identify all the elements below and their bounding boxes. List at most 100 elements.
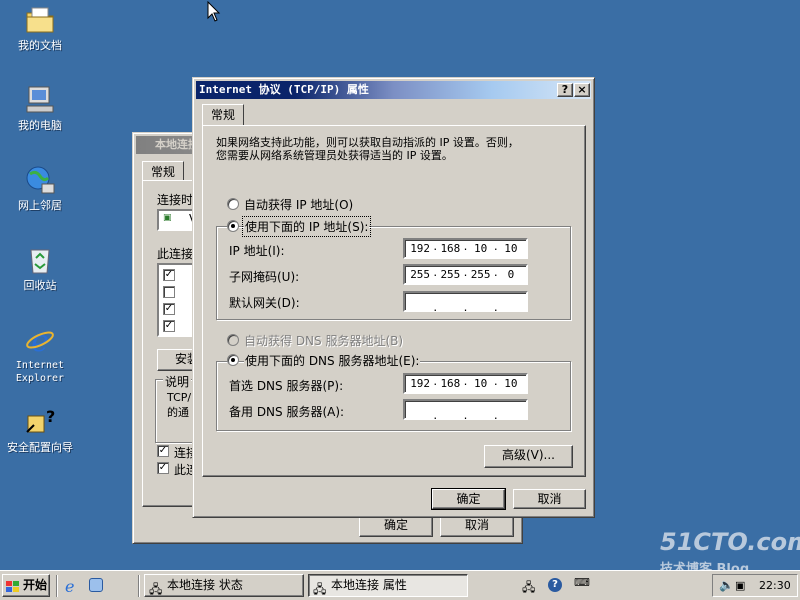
desktop-icon-my-computer[interactable]: 我的电脑 xyxy=(0,84,80,132)
manual-dns-radio[interactable] xyxy=(227,354,239,366)
ok-button-label: 确定 xyxy=(383,518,408,532)
desktop-icon-ie[interactable]: e Internet Explorer xyxy=(0,324,80,385)
desktop-icon-label: 安全配置向导 xyxy=(7,441,73,454)
task-label: 本地连接 属性 xyxy=(331,578,407,592)
computer-icon xyxy=(24,84,56,116)
task-label: 本地连接 状态 xyxy=(167,578,243,592)
tab-general[interactable]: 常规 xyxy=(202,104,245,126)
intro-text: 您需要从网络系统管理员处获得适当的 IP 设置。 xyxy=(216,149,453,162)
clock[interactable]: 22:30 xyxy=(759,575,791,596)
subnet-mask-field[interactable]: 255. 255. 255. 0 xyxy=(403,264,528,285)
ip-dot-separator: . xyxy=(492,302,499,314)
start-button[interactable]: 开始 xyxy=(2,574,50,597)
manual-ip-radio[interactable] xyxy=(227,220,239,232)
speaker-icon[interactable]: 🔈 xyxy=(719,575,734,596)
desktop-icon-network[interactable]: 网上邻居 xyxy=(0,164,80,212)
help-icon: ? xyxy=(561,83,569,96)
ip-address-label: IP 地址(I): xyxy=(229,244,285,258)
auto-dns-label: 自动获得 DNS 服务器地址(B) xyxy=(244,334,404,348)
desktop-icon-label: 我的文档 xyxy=(18,39,62,52)
network-globe-icon xyxy=(24,164,56,196)
desktop-icon-label: 我的电脑 xyxy=(18,119,62,132)
desktop-icon-label: Internet Explorer xyxy=(15,360,65,384)
network-connection-icon: 🖧 xyxy=(313,582,327,596)
connect-using-label: 连接时 xyxy=(157,193,194,207)
manual-dns-label: 使用下面的 DNS 服务器地址(E): xyxy=(244,352,421,369)
manual-ip-label: 使用下面的 IP 地址(S): xyxy=(241,216,372,237)
cancel-button-label: 取消 xyxy=(537,492,562,506)
close-button[interactable]: × xyxy=(574,83,590,97)
tab-label: 常规 xyxy=(211,108,236,122)
alternate-dns-label: 备用 DNS 服务器(A): xyxy=(229,405,345,419)
ip-octet: 255. xyxy=(470,267,499,281)
ip-octet: 255. xyxy=(440,267,469,281)
cancel-button-label: 取消 xyxy=(464,518,489,532)
ip-octet: 10. xyxy=(474,241,499,255)
ie-quicklaunch-icon[interactable]: e xyxy=(65,577,74,596)
auto-ip-radio[interactable] xyxy=(227,198,239,210)
task-button-properties[interactable]: 🖧 本地连接 属性 xyxy=(308,574,468,597)
tab-general[interactable]: 常规 xyxy=(142,161,185,181)
advanced-button-label: 高级(V)... xyxy=(501,448,556,462)
ip-octet: 10 xyxy=(504,241,518,255)
cancel-button[interactable]: 取消 xyxy=(513,489,586,509)
tab-label: 常规 xyxy=(151,165,176,179)
mouse-cursor-icon xyxy=(207,1,221,22)
task-button-status[interactable]: 🖧 本地连接 状态 xyxy=(144,574,304,597)
ip-dot-separator: . xyxy=(432,410,439,422)
subnet-mask-label: 子网掩码(U): xyxy=(229,270,300,284)
component-checkbox[interactable] xyxy=(163,286,175,298)
auto-ip-label: 自动获得 IP 地址(O) xyxy=(244,198,354,212)
ip-octet: 168. xyxy=(440,241,469,255)
dialog-titlebar[interactable]: Internet 协议 (TCP/IP) 属性 xyxy=(196,81,591,99)
ip-octet: 192. xyxy=(410,376,439,390)
close-icon: × xyxy=(577,83,587,96)
alternate-dns-field[interactable]: . . . xyxy=(403,399,528,422)
notify-checkbox[interactable]: ✓ xyxy=(157,462,169,474)
ip-address-field[interactable]: 192. 168. 10. 10 xyxy=(403,238,528,259)
adapter-icon: ▣ xyxy=(163,213,172,223)
preferred-dns-label: 首选 DNS 服务器(P): xyxy=(229,379,344,393)
description-label: 说明 xyxy=(163,373,192,390)
ok-button-label: 确定 xyxy=(456,492,481,506)
ok-button[interactable]: 确定 xyxy=(359,515,433,537)
network-tray-icon[interactable]: 🖧 xyxy=(522,578,535,599)
desktop-icon-security-wizard[interactable]: ? 安全配置向导 xyxy=(0,406,80,454)
desktop-icon-recycle-bin[interactable]: 回收站 xyxy=(0,244,80,292)
component-checkbox[interactable]: ✓ xyxy=(163,320,175,332)
desktop-icon-my-documents[interactable]: 我的文档 xyxy=(0,4,80,52)
show-icon-checkbox[interactable]: ✓ xyxy=(157,445,169,457)
description-text: 的通 xyxy=(167,406,189,419)
desktop-icon-label: 网上邻居 xyxy=(18,199,62,212)
auto-dns-radio[interactable] xyxy=(227,334,239,346)
gateway-field[interactable]: . . . xyxy=(403,291,528,314)
keyboard-tray-icon[interactable]: ⌨ xyxy=(574,576,590,589)
tcpip-properties-dialog[interactable]: Internet 协议 (TCP/IP) 属性 ? × 常规 如果网络支持此功能… xyxy=(192,77,595,518)
gateway-label: 默认网关(D): xyxy=(229,296,300,310)
description-text: TCP/ xyxy=(167,391,192,404)
security-wizard-icon: ? xyxy=(24,406,56,438)
ip-dot-separator: . xyxy=(462,302,469,314)
component-checkbox[interactable]: ✓ xyxy=(163,303,175,315)
desktop-icon-label: 回收站 xyxy=(23,279,57,292)
ip-octet: 255. xyxy=(410,267,439,281)
ip-octet: 10 xyxy=(504,376,518,390)
ok-button[interactable]: 确定 xyxy=(431,488,506,510)
svg-text:e: e xyxy=(31,324,49,356)
ip-octet: 0 xyxy=(507,267,515,281)
recycle-bin-icon xyxy=(24,244,56,276)
advanced-button[interactable]: 高级(V)... xyxy=(484,445,573,468)
help-tray-icon[interactable]: ? xyxy=(548,578,562,592)
internet-explorer-icon: e xyxy=(24,324,56,359)
components-label: 此连接 xyxy=(157,247,194,261)
taskbar: 开始 e 🖧 本地连接 状态 🖧 本地连接 属性 🖧 ? ⌨ 🔈 ▣ 22:30 xyxy=(0,570,800,600)
ip-dot-separator: . xyxy=(462,410,469,422)
component-checkbox[interactable]: ✓ xyxy=(163,269,175,281)
preferred-dns-field[interactable]: 192. 168. 10. 10 xyxy=(403,373,528,394)
explorer-quicklaunch-icon[interactable] xyxy=(89,578,103,592)
cancel-button[interactable]: 取消 xyxy=(440,515,514,537)
tray-network-icon[interactable]: ▣ xyxy=(735,575,745,596)
quicklaunch-divider xyxy=(56,575,58,597)
dns-group xyxy=(216,361,571,431)
help-button[interactable]: ? xyxy=(557,83,573,97)
